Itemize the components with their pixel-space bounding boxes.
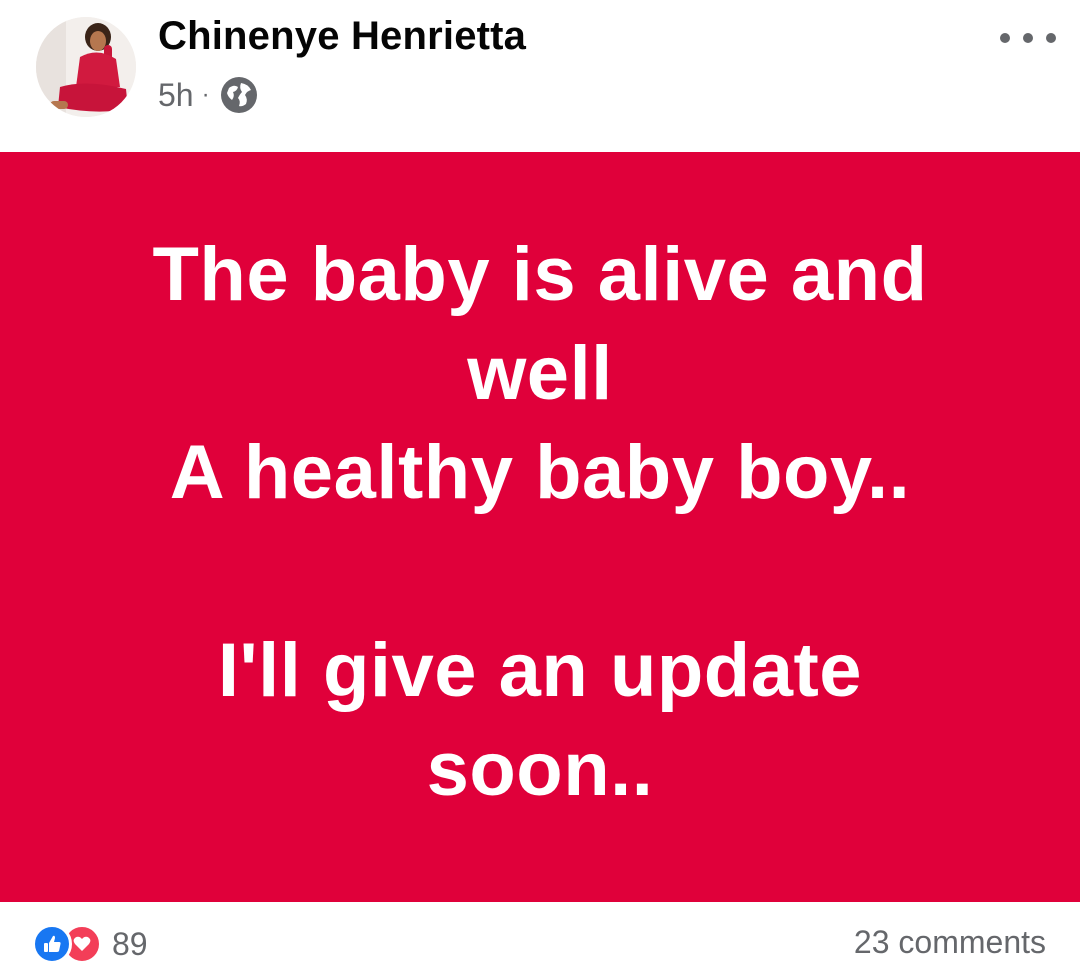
author-name[interactable]: Chinenye Henrietta bbox=[158, 14, 526, 59]
globe-icon bbox=[220, 76, 258, 114]
avatar-image bbox=[36, 17, 136, 117]
more-options-icon[interactable] bbox=[1000, 20, 1056, 56]
status-text: The baby is alive and well A healthy bab… bbox=[152, 232, 928, 812]
like-icon bbox=[32, 924, 72, 964]
post-header: Chinenye Henrietta 5h · bbox=[0, 0, 1080, 152]
reaction-count: 89 bbox=[112, 925, 148, 962]
more-dot bbox=[1046, 33, 1056, 43]
status-background-card: The baby is alive and well A healthy bab… bbox=[0, 152, 1080, 902]
comments-count[interactable]: 23 comments bbox=[854, 924, 1046, 961]
post-meta: 5h · bbox=[158, 74, 258, 116]
reactions-summary[interactable]: 89 bbox=[32, 924, 148, 964]
post-time[interactable]: 5h bbox=[158, 77, 194, 114]
more-dot bbox=[1023, 33, 1033, 43]
more-dot bbox=[1000, 33, 1010, 43]
facebook-post: Chinenye Henrietta 5h · The baby is aliv… bbox=[0, 0, 1080, 977]
author-avatar[interactable] bbox=[36, 17, 136, 117]
post-footer: 89 23 comments bbox=[0, 902, 1080, 977]
meta-separator: · bbox=[201, 81, 210, 108]
